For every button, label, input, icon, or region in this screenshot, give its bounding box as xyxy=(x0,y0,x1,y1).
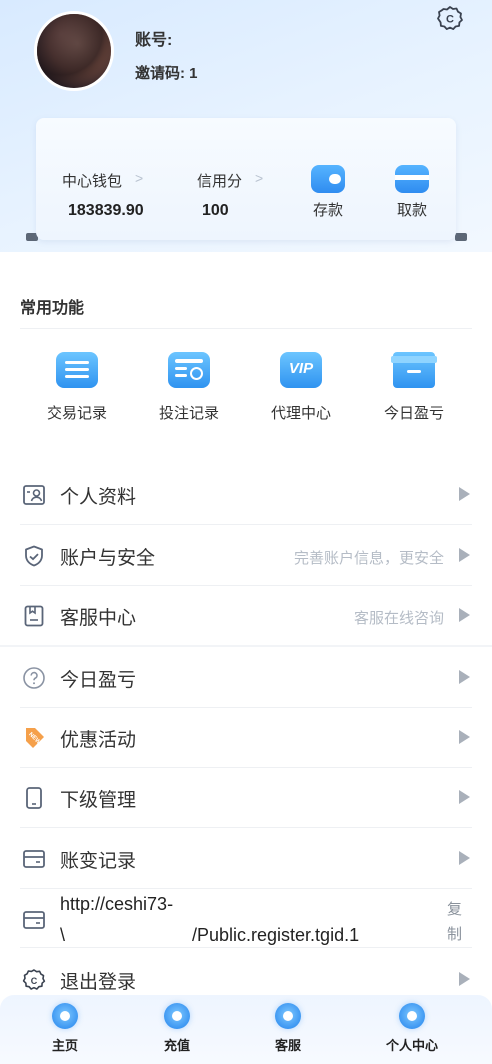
quick-today-profit[interactable]: 今日盈亏 xyxy=(369,352,459,423)
menu-promotions[interactable]: NEW 优惠活动 xyxy=(20,707,472,768)
credit-value: 100 xyxy=(202,202,229,219)
user-icon xyxy=(399,1003,425,1029)
quick-trade-records[interactable]: 交易记录 xyxy=(32,352,122,423)
bottom-tab-bar: 主页 充值 客服 个人中心 xyxy=(0,995,492,1064)
card-icon xyxy=(23,850,45,868)
recharge-icon xyxy=(164,1003,190,1029)
withdraw-button[interactable]: 取款 xyxy=(382,165,442,220)
menu-today-profit[interactable]: 今日盈亏 xyxy=(20,647,472,708)
invite-link-text: http://ceshi73- xyxy=(60,894,174,914)
arrow-right-icon xyxy=(459,487,470,501)
menu-profile[interactable]: 个人资料 xyxy=(20,464,472,525)
copy-button[interactable]: 复 xyxy=(447,898,462,919)
list-icon xyxy=(56,352,98,388)
tab-service[interactable]: 客服 xyxy=(243,1003,333,1054)
deposit-button[interactable]: 存款 xyxy=(298,165,358,220)
tab-personal-center[interactable]: 个人中心 xyxy=(367,1003,457,1054)
shield-icon xyxy=(25,545,43,567)
arrow-right-icon xyxy=(459,851,470,865)
center-wallet-value: 183839.90 xyxy=(68,202,144,219)
chevron-right-icon: > xyxy=(135,170,144,186)
invite-link-text-2: /Public.register.tgid.1 xyxy=(192,925,360,945)
arrow-right-icon xyxy=(459,972,470,986)
bet-record-icon xyxy=(168,352,210,388)
settings-icon: C xyxy=(22,969,46,990)
service-icon xyxy=(24,605,44,627)
arrow-right-icon xyxy=(459,548,470,562)
invite-link-row[interactable]: http://ceshi73- \ /Public.register.tgid.… xyxy=(20,888,472,948)
avatar[interactable] xyxy=(34,11,114,91)
new-tag-icon: NEW xyxy=(26,728,44,748)
svg-text:C: C xyxy=(446,14,454,26)
invite-link-prefix: \ xyxy=(60,925,66,945)
question-icon xyxy=(23,667,45,689)
menu-account-security[interactable]: 账户与安全 完善账户信息，更安全 xyxy=(20,525,472,586)
chat-icon xyxy=(275,1003,301,1029)
quick-bet-records[interactable]: 投注记录 xyxy=(144,352,234,423)
home-icon xyxy=(52,1003,78,1029)
quick-agent-center[interactable]: VIP 代理中心 xyxy=(256,352,346,423)
tab-recharge[interactable]: 充值 xyxy=(132,1003,222,1054)
gift-box-icon xyxy=(391,352,437,388)
arrow-right-icon xyxy=(459,608,470,622)
phone-icon xyxy=(26,787,42,809)
divider xyxy=(20,328,472,329)
account-label: 账号: xyxy=(135,32,173,49)
menu-balance-changes[interactable]: 账变记录 xyxy=(20,828,472,889)
chevron-right-icon: > xyxy=(255,170,264,186)
tab-home[interactable]: 主页 xyxy=(20,1003,110,1054)
arrow-right-icon xyxy=(459,670,470,684)
card-tab-right xyxy=(455,233,467,241)
svg-text:C: C xyxy=(31,976,38,986)
wallet-icon xyxy=(311,165,345,193)
vip-icon: VIP xyxy=(280,352,322,388)
settings-icon[interactable]: C xyxy=(436,4,464,32)
arrow-right-icon xyxy=(459,790,470,804)
menu-subordinates[interactable]: 下级管理 xyxy=(20,767,472,828)
copy-button-2[interactable]: 制 xyxy=(447,923,462,944)
credit-label[interactable]: 信用分 xyxy=(197,170,242,191)
profile-card-icon xyxy=(23,485,45,505)
menu-customer-service[interactable]: 客服中心 客服在线咨询 xyxy=(20,585,472,646)
section-title: 常用功能 xyxy=(20,300,85,317)
card-withdraw-icon xyxy=(395,165,429,193)
invite-code: 邀请码: 1 xyxy=(135,65,198,82)
arrow-right-icon xyxy=(459,730,470,744)
card-icon xyxy=(23,911,45,929)
center-wallet-label[interactable]: 中心钱包 xyxy=(62,170,122,191)
